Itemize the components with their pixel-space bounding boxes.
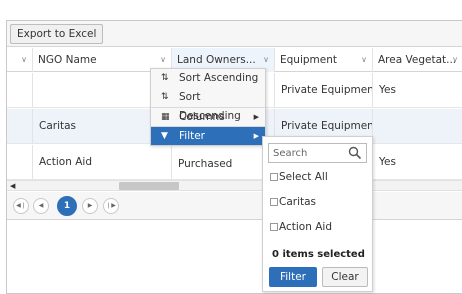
chevron-down-icon: ∨ [21, 55, 27, 64]
checkbox-label: Action Aid [279, 221, 332, 233]
row-expander[interactable] [7, 73, 33, 107]
sort-descending-icon: ⇅ [161, 92, 169, 102]
column-header-label: Equipment [280, 54, 337, 66]
filter-search-box [268, 143, 367, 163]
current-page-button[interactable]: 1 [57, 196, 77, 216]
expand-column-header[interactable]: ∨ [7, 48, 33, 72]
action-aid-checkbox[interactable]: Action Aid [270, 220, 332, 234]
previous-page-button[interactable]: ◀ [33, 198, 49, 214]
area-vegetation-cell [373, 109, 462, 143]
equipment-cell: Private Equipment [275, 73, 373, 107]
menu-item-columns[interactable]: ▦ Columns ▶ [151, 107, 265, 126]
scrollbar-thumb[interactable] [119, 182, 179, 190]
first-page-button[interactable]: ◀❘ [13, 198, 29, 214]
menu-item-label: Columns [179, 111, 225, 123]
last-page-button[interactable]: ❘▶ [103, 198, 119, 214]
grid-toolbar: Export to Excel [7, 21, 462, 47]
menu-item-sort-descending[interactable]: ⇅ Sort Descending [151, 88, 265, 122]
column-header-label: NGO Name [38, 54, 97, 66]
menu-item-filter[interactable]: ▼ Filter ▶ [151, 126, 265, 145]
filter-search-input[interactable] [269, 144, 347, 162]
ngo-name-cell: Action Aid [33, 145, 172, 179]
checkbox-box[interactable] [270, 198, 278, 206]
caritas-checkbox[interactable]: Caritas [270, 195, 316, 209]
checkbox-label: Select All [279, 171, 328, 183]
area-vegetation-cell: Yes [379, 84, 396, 96]
filter-popup: Select All Caritas Action Aid 0 items se… [262, 136, 373, 292]
selected-count-text: 0 items selected [272, 249, 365, 260]
select-all-checkbox[interactable]: Select All [270, 170, 328, 184]
export-to-excel-button[interactable]: Export to Excel [10, 24, 104, 44]
column-header-equipment[interactable]: Equipment ∨ [275, 48, 373, 72]
columns-icon: ▦ [161, 112, 170, 122]
checkbox-box[interactable] [270, 223, 278, 231]
filter-apply-button[interactable]: Filter [269, 267, 317, 287]
column-header-label: Land Owners... [177, 54, 256, 66]
chevron-down-icon[interactable]: ∨ [452, 48, 458, 72]
area-vegetation-cell: Yes [379, 156, 396, 168]
scroll-left-icon[interactable]: ◀ [10, 181, 15, 191]
menu-item-label: Filter [179, 130, 206, 142]
row-expander[interactable] [7, 145, 33, 179]
menu-item-sort-ascending[interactable]: ⇅ Sort Ascending [151, 69, 265, 88]
horizontal-scrollbar[interactable]: ◀ [7, 180, 462, 191]
search-icon[interactable] [348, 146, 362, 160]
next-page-button[interactable]: ▶ [82, 198, 98, 214]
submenu-arrow-icon: ▶ [253, 113, 259, 121]
column-header-label: Area Vegetat... [378, 54, 457, 66]
chevron-down-icon[interactable]: ∨ [361, 48, 367, 72]
row-expander[interactable] [7, 109, 33, 143]
menu-item-label: Sort Ascending [179, 72, 259, 84]
column-menu: ⇅ Sort Ascending ⇅ Sort Descending ▦ Col… [150, 68, 266, 146]
filter-icon: ▼ [161, 131, 168, 141]
checkbox-label: Caritas [279, 196, 317, 208]
submenu-arrow-icon: ▶ [253, 132, 259, 140]
checkbox-box[interactable] [270, 173, 278, 181]
pager: ◀❘ ◀ 1 ▶ ❘▶ [7, 192, 462, 220]
grid-container: Export to Excel ∨ NGO Name ∨ Land Owners… [6, 20, 462, 294]
column-header-area-vegetation[interactable]: Area Vegetat... ∨ [373, 48, 462, 72]
land-ownership-cell: Purchased [172, 145, 275, 179]
filter-clear-button[interactable]: Clear [322, 267, 368, 287]
sort-ascending-icon: ⇅ [161, 73, 169, 83]
table-row[interactable]: Action Aid Purchased Yes [7, 145, 462, 180]
